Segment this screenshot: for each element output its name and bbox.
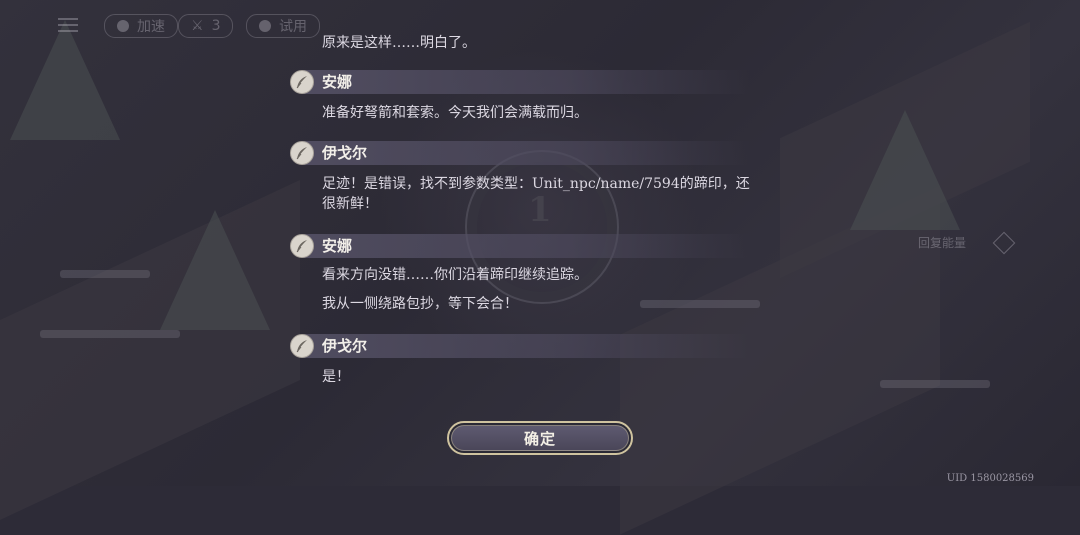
speaker-bar [302,141,750,165]
try-icon [259,20,271,32]
speaker-bar [302,234,750,258]
snow-patch [40,330,180,338]
tree-icon [850,110,960,230]
speaker-bar [302,334,750,358]
medallion-number: 1 [528,190,552,230]
dialogue-line: 很新鲜！ [322,196,378,212]
feather-quill-icon [290,141,314,165]
feather-quill-icon [290,70,314,94]
speaker-row: 安娜 [290,70,750,94]
snow-patch [880,380,990,388]
menu-icon[interactable] [58,14,78,36]
speaker-row: 伊戈尔 [290,141,750,165]
try-label: 试用 [279,19,307,35]
side-hint-label: 回复能量 [918,236,967,250]
tree-icon [10,20,120,140]
dialogue-line: 我从一侧绕路包抄，等下会合！ [322,296,518,312]
confirm-button[interactable]: 确定 [447,421,633,455]
snow-patch [640,300,760,308]
side-hint: 回复能量 [918,231,1016,254]
speed-icon [117,20,129,32]
snow-patch [60,270,150,278]
unit-count-icon: ⚔ [191,18,204,34]
dialogue-line: 看来方向没错……你们沿着蹄印继续追踪。 [322,267,588,283]
diamond-icon [992,231,1016,254]
tree-icon [160,210,270,330]
speed-button[interactable]: 加速 [104,14,178,38]
speaker-name: 伊戈尔 [322,144,368,162]
dialogue-line: 准备好弩箭和套索。今天我们会满载而归。 [322,105,588,121]
speaker-name: 伊戈尔 [322,337,368,355]
uid-label: UID 1580028569 [946,473,1034,484]
dialogue-line: 是！ [322,369,350,385]
feather-quill-icon [290,234,314,258]
dialogue-line: 足迹！是错误，找不到参数类型：Unit_npc/name/7594的蹄印，还 [322,176,750,192]
speaker-row: 伊戈尔 [290,334,750,358]
speaker-name: 安娜 [322,237,353,255]
unit-count-value: 3 [211,18,221,34]
unit-count: ⚔ 3 [178,14,234,38]
dialogue-line: 原来是这样……明白了。 [322,35,476,51]
confirm-button-label: 确定 [523,429,556,448]
try-button[interactable]: 试用 [246,14,320,38]
feather-quill-icon [290,334,314,358]
speaker-row: 安娜 [290,234,750,258]
speaker-name: 安娜 [322,73,353,91]
speaker-bar [302,70,750,94]
speed-label: 加速 [137,19,165,35]
